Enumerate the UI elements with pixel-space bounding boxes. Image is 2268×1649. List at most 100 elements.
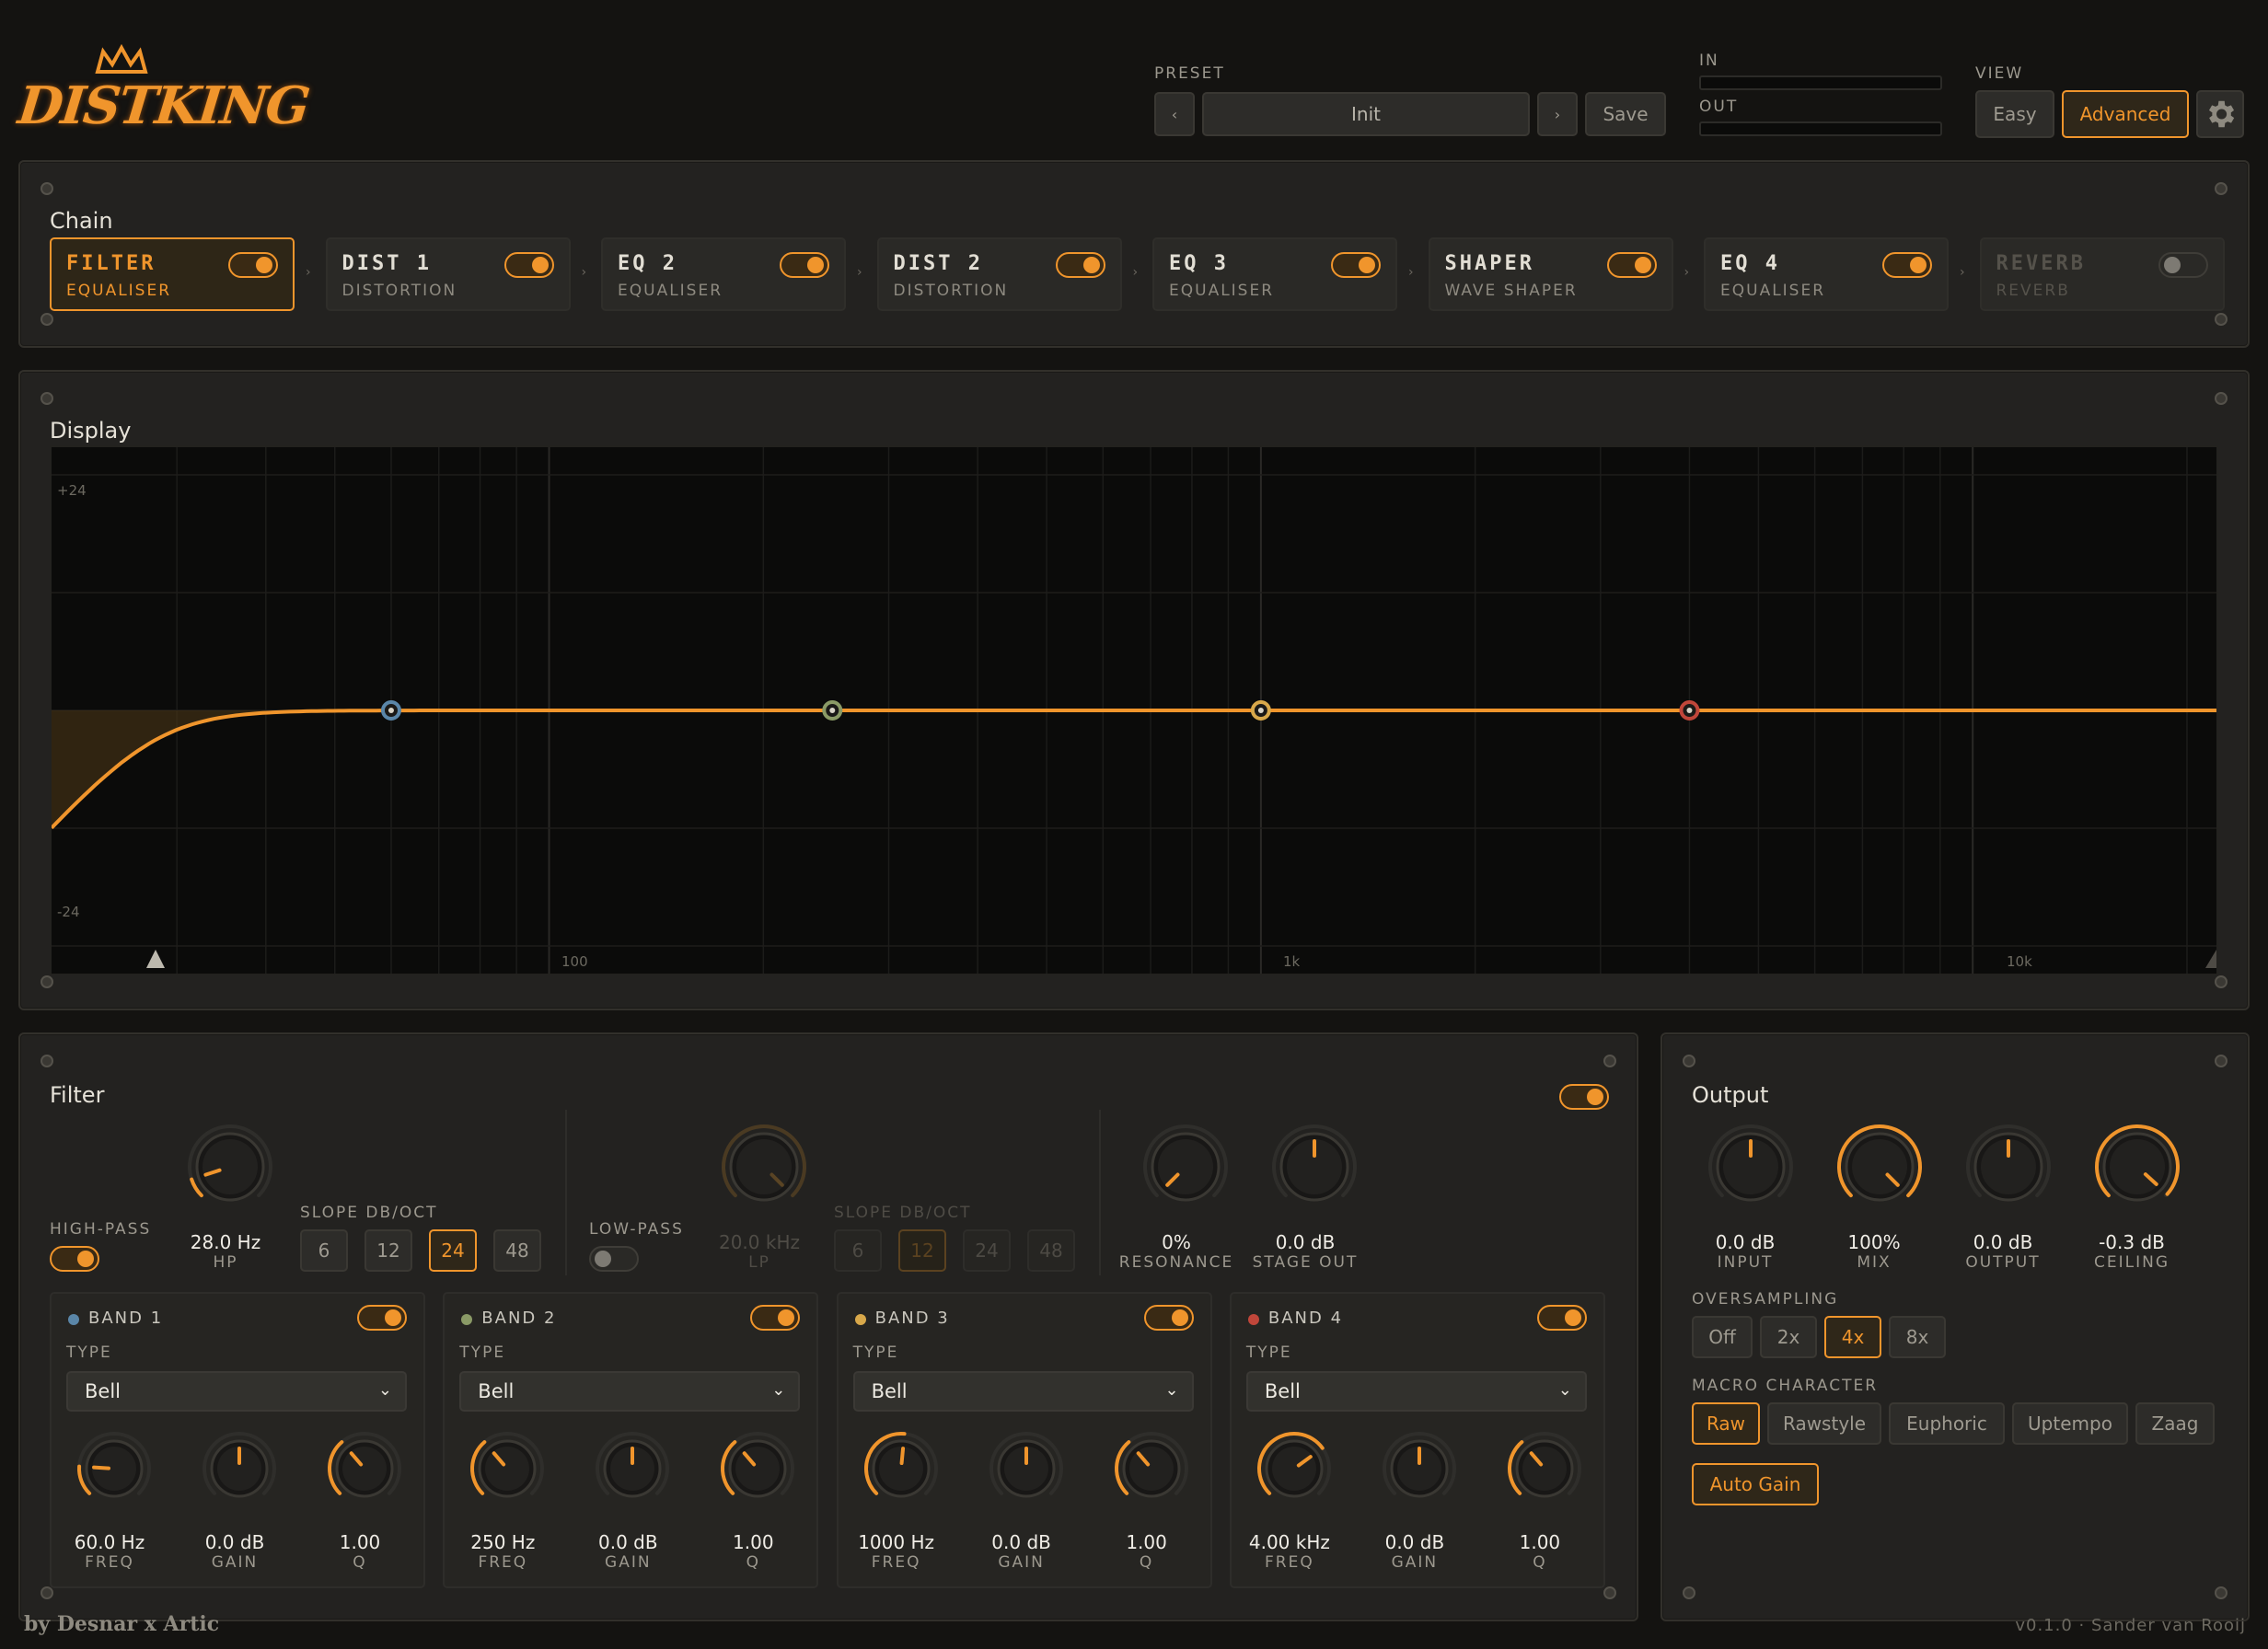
band-color-dot bbox=[1247, 1314, 1259, 1325]
hp-slope-24-button[interactable]: 24 bbox=[429, 1229, 477, 1272]
chain-item-toggle[interactable] bbox=[503, 252, 554, 278]
stage-out-knob[interactable] bbox=[1259, 1112, 1370, 1226]
band-gain-knob[interactable] bbox=[1373, 1423, 1465, 1518]
band-freq-name: FREQ bbox=[85, 1553, 134, 1572]
chain-item-eq-4[interactable]: EQ 4 EQUALISER bbox=[1704, 237, 1949, 311]
band-gain-knob[interactable] bbox=[980, 1423, 1072, 1518]
chain-item-toggle[interactable] bbox=[1331, 252, 1381, 278]
band-freq-value: 250 Hz bbox=[470, 1531, 536, 1553]
hp-slope-48-button[interactable]: 48 bbox=[493, 1229, 541, 1272]
resonance-knob[interactable] bbox=[1130, 1112, 1241, 1226]
band-q-knob[interactable] bbox=[1498, 1423, 1591, 1518]
macro-uptempo-button[interactable]: Uptempo bbox=[2012, 1402, 2128, 1445]
chain-item-dist-2[interactable]: DIST 2 DISTORTION bbox=[876, 237, 1122, 311]
chain-item-filter[interactable]: FILTER EQUALISER bbox=[50, 237, 295, 311]
eq-display[interactable]: +24 -24 100 1k 10k bbox=[50, 445, 2218, 975]
y-label-bottom: -24 bbox=[57, 904, 80, 920]
hp-value: 28.0 Hz bbox=[190, 1231, 261, 1253]
preset-name-field[interactable]: Init bbox=[1202, 92, 1530, 136]
band-freq-knob[interactable] bbox=[1248, 1423, 1340, 1518]
preset-prev-button[interactable]: ‹ bbox=[1154, 92, 1195, 136]
band-freq-name: FREQ bbox=[871, 1553, 921, 1572]
hp-name: HP bbox=[213, 1253, 238, 1272]
hp-slope-6-button[interactable]: 6 bbox=[300, 1229, 348, 1272]
chain-item-type: EQUALISER bbox=[1169, 282, 1275, 300]
input-name: INPUT bbox=[1717, 1253, 1774, 1272]
filter-enable-toggle[interactable] bbox=[1559, 1084, 1609, 1110]
band-enable-toggle[interactable] bbox=[750, 1305, 801, 1331]
chain-item-eq-3[interactable]: EQ 3 EQUALISER bbox=[1152, 237, 1397, 311]
macro-zaag-button[interactable]: Zaag bbox=[2135, 1402, 2215, 1445]
hp-handle-icon[interactable] bbox=[146, 950, 166, 968]
band-freq-knob[interactable] bbox=[461, 1423, 553, 1518]
band-gain-value: 0.0 dB bbox=[598, 1531, 658, 1553]
oversampling-2x-button[interactable]: 2x bbox=[1760, 1316, 1817, 1358]
chain-item-toggle[interactable] bbox=[780, 252, 829, 278]
band-gain-name: GAIN bbox=[998, 1553, 1045, 1572]
output-value: 0.0 dB bbox=[1973, 1231, 2033, 1253]
chain-item-toggle[interactable] bbox=[228, 252, 278, 278]
macro-raw-button[interactable]: Raw bbox=[1692, 1402, 1760, 1445]
band-type-value: Bell bbox=[871, 1380, 908, 1402]
hp-knob[interactable] bbox=[175, 1112, 285, 1226]
band-type-select[interactable]: Bell ⌄ bbox=[459, 1371, 801, 1412]
band-q-knob[interactable] bbox=[712, 1423, 804, 1518]
chain-item-type: DISTORTION bbox=[893, 282, 1009, 300]
chain-item-reverb[interactable]: REVERB REVERB bbox=[1979, 237, 2225, 311]
chain-item-toggle[interactable] bbox=[2158, 252, 2208, 278]
input-knob[interactable] bbox=[1695, 1112, 1806, 1226]
band-freq-knob[interactable] bbox=[855, 1423, 947, 1518]
mix-knob[interactable] bbox=[1824, 1112, 1935, 1226]
band-type-select[interactable]: Bell ⌄ bbox=[1245, 1371, 1587, 1412]
chain-item-toggle[interactable] bbox=[1055, 252, 1105, 278]
chain-item-dist-1[interactable]: DIST 1 DISTORTION bbox=[325, 237, 571, 311]
chain-arrow-icon: › bbox=[1960, 265, 1965, 280]
lp-value: 20.0 kHz bbox=[718, 1231, 800, 1253]
filter-title: Filter bbox=[50, 1082, 105, 1108]
band-type-select[interactable]: Bell ⌄ bbox=[66, 1371, 407, 1412]
band-enable-toggle[interactable] bbox=[1536, 1305, 1587, 1331]
output-name: OUTPUT bbox=[1965, 1253, 2041, 1272]
x-tick-10k: 10k bbox=[2007, 953, 2032, 970]
band-title: BAND 3 bbox=[874, 1309, 950, 1328]
band-freq-knob[interactable] bbox=[68, 1423, 160, 1518]
lp-slope-48-button[interactable]: 48 bbox=[1027, 1229, 1075, 1272]
chain-item-name: EQ 4 bbox=[1720, 252, 1780, 275]
band-color-dot bbox=[854, 1314, 866, 1325]
hp-slope-12-button[interactable]: 12 bbox=[364, 1229, 412, 1272]
band-enable-toggle[interactable] bbox=[1143, 1305, 1194, 1331]
display-title: Display bbox=[50, 418, 132, 444]
oversampling-8x-button[interactable]: 8x bbox=[1889, 1316, 1946, 1358]
lp-slope-24-button[interactable]: 24 bbox=[963, 1229, 1011, 1272]
chain-item-toggle[interactable] bbox=[1606, 252, 1657, 278]
output-knob[interactable] bbox=[1953, 1112, 2064, 1226]
lp-knob[interactable] bbox=[709, 1112, 819, 1226]
lowpass-toggle[interactable] bbox=[589, 1246, 639, 1272]
oversampling-4x-button[interactable]: 4x bbox=[1824, 1316, 1881, 1358]
save-button[interactable]: Save bbox=[1585, 92, 1666, 136]
band-gain-knob[interactable] bbox=[586, 1423, 678, 1518]
settings-button[interactable] bbox=[2196, 90, 2244, 138]
lp-handle-icon[interactable] bbox=[2205, 950, 2216, 968]
band-type-select[interactable]: Bell ⌄ bbox=[852, 1371, 1194, 1412]
chain-item-eq-2[interactable]: EQ 2 EQUALISER bbox=[601, 237, 846, 311]
highpass-toggle[interactable] bbox=[50, 1246, 99, 1272]
chain-item-name: FILTER bbox=[66, 252, 156, 275]
macro-rawstyle-button[interactable]: Rawstyle bbox=[1767, 1402, 1881, 1445]
macro-euphoric-button[interactable]: Euphoric bbox=[1889, 1402, 2005, 1445]
chain-item-toggle[interactable] bbox=[1882, 252, 1932, 278]
chain-item-type: WAVE SHAPER bbox=[1444, 282, 1578, 300]
lp-slope-12-button[interactable]: 12 bbox=[898, 1229, 946, 1272]
band-q-knob[interactable] bbox=[1105, 1423, 1198, 1518]
chain-item-shaper[interactable]: SHAPER WAVE SHAPER bbox=[1428, 237, 1673, 311]
view-advanced-button[interactable]: Advanced bbox=[2062, 90, 2189, 138]
ceiling-knob[interactable] bbox=[2082, 1112, 2193, 1226]
band-gain-knob[interactable] bbox=[193, 1423, 285, 1518]
auto-gain-button[interactable]: Auto Gain bbox=[1692, 1463, 1819, 1505]
view-easy-button[interactable]: Easy bbox=[1975, 90, 2054, 138]
preset-next-button[interactable]: › bbox=[1537, 92, 1578, 136]
band-q-knob[interactable] bbox=[318, 1423, 411, 1518]
lp-slope-6-button[interactable]: 6 bbox=[834, 1229, 882, 1272]
oversampling-off-button[interactable]: Off bbox=[1692, 1316, 1753, 1358]
band-enable-toggle[interactable] bbox=[357, 1305, 407, 1331]
